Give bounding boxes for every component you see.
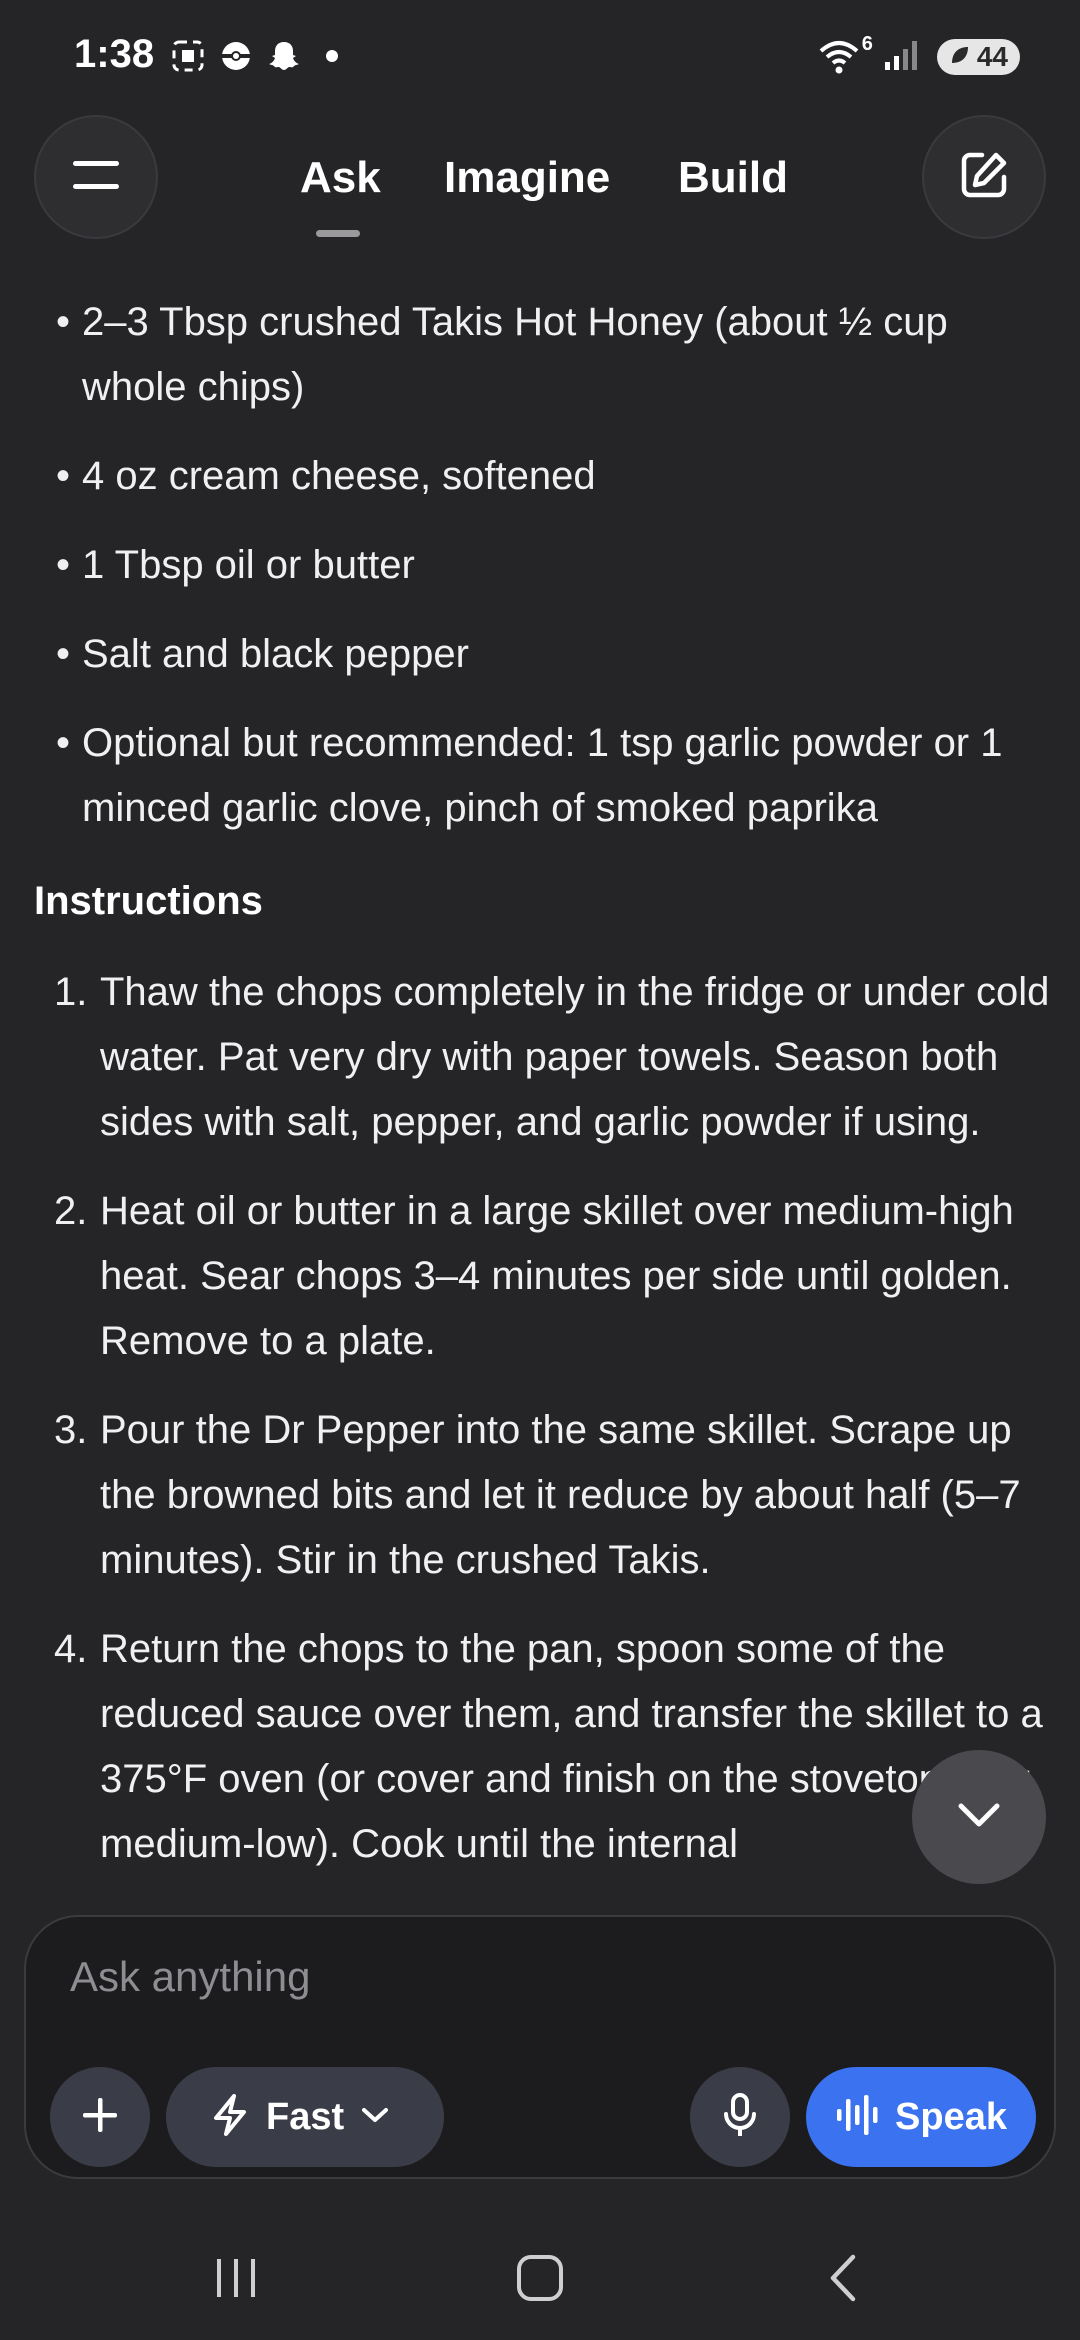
lightning-icon — [210, 2093, 250, 2142]
wifi-icon: 6 — [817, 33, 873, 75]
signal-icon — [883, 36, 923, 77]
scroll-down-button[interactable] — [912, 1750, 1046, 1884]
ingredient-item: • Salt and black pepper — [56, 632, 469, 676]
status-icons-left — [170, 38, 350, 74]
tab-build[interactable]: Build — [678, 153, 788, 203]
status-bar: 1:38 6 44 — [0, 0, 1080, 110]
chat-response: • 2–3 Tbsp crushed Takis Hot Honey (about… — [0, 290, 1080, 1915]
home-button[interactable] — [500, 2250, 580, 2310]
tab-ask[interactable]: Ask — [300, 153, 381, 203]
speak-label: Speak — [895, 2095, 1007, 2138]
plus-icon — [80, 2095, 120, 2140]
edit-icon — [958, 149, 1010, 206]
message-input[interactable] — [70, 1947, 970, 2007]
dot-icon — [314, 38, 350, 74]
recents-icon — [211, 2255, 261, 2306]
new-chat-button[interactable] — [922, 115, 1046, 239]
home-icon — [515, 2253, 565, 2308]
instruction-step: 3. Pour the Dr Pepper into the same skill… — [54, 1408, 1021, 1582]
response-body: • 2–3 Tbsp crushed Takis Hot Honey (about… — [0, 290, 1080, 1877]
back-icon — [825, 2253, 859, 2308]
active-tab-indicator — [316, 230, 360, 237]
mode-tabs: Ask Imagine Build — [0, 115, 1080, 245]
attach-button[interactable] — [50, 2067, 150, 2167]
battery-level: 44 — [976, 40, 1008, 72]
chevron-down-icon — [955, 1800, 1003, 1835]
model-selector[interactable]: Fast — [166, 2067, 444, 2167]
wifi-label: 6 — [861, 32, 873, 55]
ingredient-item: • 2–3 Tbsp crushed Takis Hot Honey (about… — [56, 300, 948, 409]
top-header: Ask Imagine Build — [0, 115, 1080, 245]
waveform-icon — [835, 2093, 881, 2142]
ingredient-item: • 1 Tbsp oil or butter — [56, 543, 415, 587]
microphone-icon — [720, 2092, 760, 2143]
pokeball-icon — [218, 38, 254, 74]
recent-apps-button[interactable] — [196, 2250, 276, 2310]
leaf-icon — [949, 41, 971, 73]
status-icons-right: 6 44 — [817, 33, 1020, 77]
battery-indicator: 44 — [936, 38, 1020, 75]
model-label: Fast — [266, 2095, 345, 2138]
instructions-heading: Instructions — [34, 879, 263, 923]
instruction-step: 2. Heat oil or butter in a large skillet … — [54, 1189, 1014, 1363]
screenshot-icon — [170, 38, 206, 74]
app-screen: 1:38 6 44 Ask Imagine Build • 2–3 Tbsp c… — [0, 0, 1080, 2340]
chevron-down-icon — [360, 2105, 390, 2130]
tab-imagine[interactable]: Imagine — [444, 153, 610, 203]
ingredient-item: • 4 oz cream cheese, softened — [56, 454, 596, 498]
status-time: 1:38 — [74, 32, 155, 76]
system-nav-bar — [0, 2220, 1080, 2340]
speak-button[interactable]: Speak — [806, 2067, 1036, 2167]
microphone-button[interactable] — [690, 2067, 790, 2167]
message-composer: Fast Speak — [24, 1915, 1056, 2179]
instruction-step: 1. Thaw the chops completely in the fridg… — [54, 970, 1050, 1144]
snapchat-icon — [266, 38, 302, 74]
ingredient-item: • Optional but recommended: 1 tsp garlic … — [56, 721, 1003, 830]
instructions-list: 1. Thaw the chops completely in the fridg… — [0, 960, 1080, 1877]
back-button[interactable] — [802, 2250, 882, 2310]
